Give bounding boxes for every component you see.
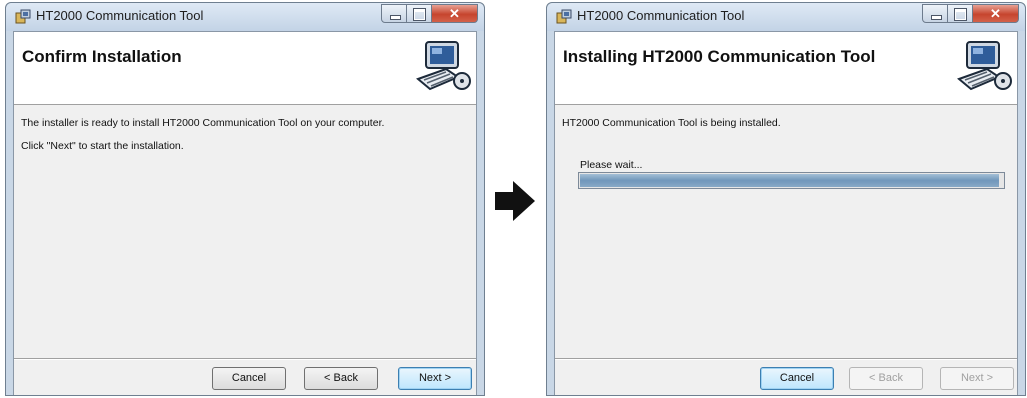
progress-fill bbox=[580, 174, 999, 187]
maximize-icon bbox=[954, 8, 967, 21]
footer-divider bbox=[555, 358, 1017, 360]
minimize-button[interactable] bbox=[381, 4, 407, 23]
minimize-icon bbox=[390, 15, 401, 20]
computer-installer-icon bbox=[416, 41, 471, 91]
next-button[interactable]: Next > bbox=[398, 367, 472, 390]
close-icon: ✕ bbox=[449, 6, 460, 21]
header-banner: Installing HT2000 Communication Tool bbox=[555, 32, 1017, 105]
installer-app-icon bbox=[556, 9, 572, 24]
page-title: Confirm Installation bbox=[22, 47, 182, 66]
progress-label: Please wait... bbox=[580, 159, 643, 171]
minimize-icon bbox=[931, 15, 942, 20]
next-button: Next > bbox=[940, 367, 1014, 390]
right-arrow-icon bbox=[495, 181, 535, 221]
dialog-client-area: Installing HT2000 Communication Tool HT2… bbox=[554, 31, 1018, 395]
dialog-client-area: Confirm Installation The installer is re… bbox=[13, 31, 477, 395]
installing-window: HT2000 Communication Tool ✕ Installing H… bbox=[546, 2, 1026, 396]
close-button[interactable]: ✕ bbox=[432, 4, 478, 23]
close-icon: ✕ bbox=[990, 6, 1001, 21]
cancel-button[interactable]: Cancel bbox=[212, 367, 286, 390]
header-banner: Confirm Installation bbox=[14, 32, 476, 105]
window-title: HT2000 Communication Tool bbox=[577, 8, 745, 23]
back-button: < Back bbox=[849, 367, 923, 390]
cancel-button[interactable]: Cancel bbox=[760, 367, 834, 390]
title-bar[interactable]: HT2000 Communication Tool ✕ bbox=[547, 3, 1025, 31]
minimize-button[interactable] bbox=[922, 4, 948, 23]
progress-bar bbox=[578, 172, 1005, 189]
status-message: HT2000 Communication Tool is being insta… bbox=[562, 117, 781, 129]
maximize-button[interactable] bbox=[407, 4, 432, 23]
confirm-installation-window: HT2000 Communication Tool ✕ Confirm Inst… bbox=[5, 2, 485, 396]
installer-app-icon bbox=[15, 9, 31, 24]
footer-divider bbox=[14, 358, 476, 360]
maximize-button[interactable] bbox=[948, 4, 973, 23]
title-bar[interactable]: HT2000 Communication Tool ✕ bbox=[6, 3, 484, 31]
ready-message: The installer is ready to install HT2000… bbox=[21, 117, 385, 129]
instruction-message: Click "Next" to start the installation. bbox=[21, 140, 184, 152]
back-button[interactable]: < Back bbox=[304, 367, 378, 390]
page-title: Installing HT2000 Communication Tool bbox=[563, 47, 876, 66]
maximize-icon bbox=[413, 8, 426, 21]
close-button[interactable]: ✕ bbox=[973, 4, 1019, 23]
window-title: HT2000 Communication Tool bbox=[36, 8, 204, 23]
computer-installer-icon bbox=[957, 41, 1012, 91]
